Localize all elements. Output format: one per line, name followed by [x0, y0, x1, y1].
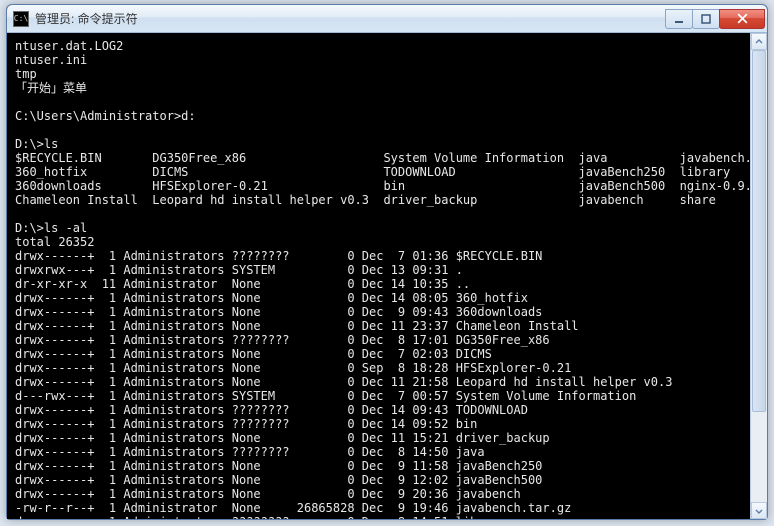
minimize-button[interactable]	[665, 9, 693, 29]
scroll-down-button[interactable]	[751, 502, 767, 519]
vertical-scrollbar[interactable]	[750, 33, 767, 519]
app-icon: C:\	[13, 11, 29, 27]
close-icon	[736, 12, 749, 25]
maximize-button[interactable]	[692, 9, 720, 29]
terminal-output[interactable]: ntuser.dat.LOG2 ntuser.ini tmp 「开始」菜单 C:…	[7, 33, 767, 519]
minimize-icon	[673, 13, 685, 25]
chevron-up-icon	[755, 38, 763, 46]
titlebar[interactable]: C:\ 管理员: 命令提示符	[7, 5, 767, 33]
scroll-track[interactable]	[751, 50, 767, 502]
chevron-down-icon	[755, 507, 763, 515]
command-prompt-window: C:\ 管理员: 命令提示符 ntuser.dat.LOG2 ntuser.in…	[6, 4, 768, 520]
window-title: 管理员: 命令提示符	[35, 10, 666, 27]
maximize-icon	[700, 13, 712, 25]
window-controls	[666, 9, 765, 29]
close-button[interactable]	[719, 9, 765, 29]
scroll-thumb[interactable]	[752, 50, 766, 412]
scroll-up-button[interactable]	[751, 33, 767, 50]
